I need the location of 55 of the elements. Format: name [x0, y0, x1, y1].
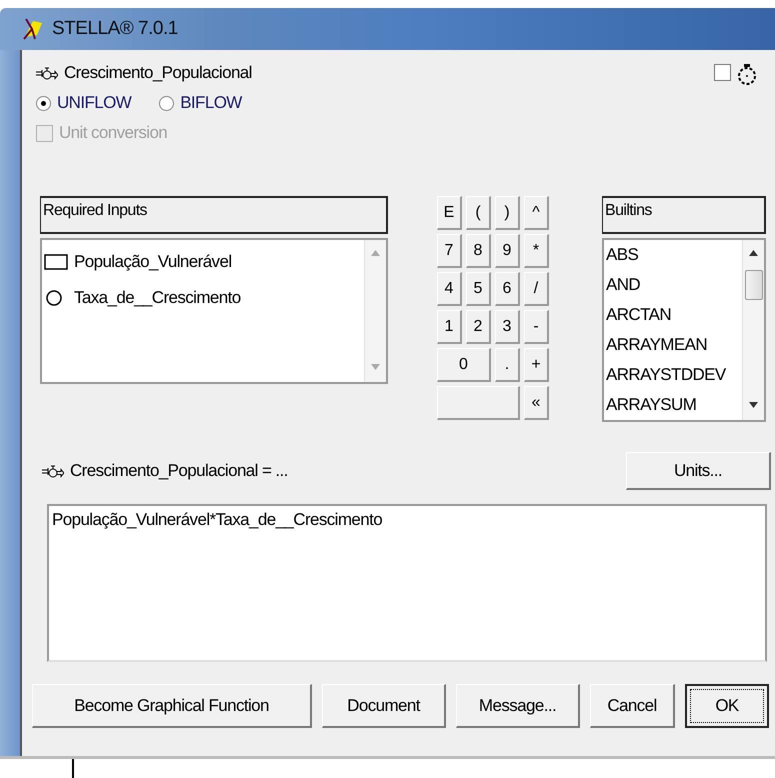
scroll-thumb[interactable]	[744, 270, 762, 300]
input-name[interactable]: População_Vulnerável	[74, 252, 232, 272]
flow-icon	[36, 66, 58, 80]
keypad-key[interactable]: 2	[466, 310, 491, 344]
input-name[interactable]: Taxa_de__Crescimento	[74, 288, 241, 308]
checkbox-label: Unit conversion	[59, 123, 168, 143]
equation-field[interactable]: População_Vulnerável*Taxa_de__Crescimento	[47, 504, 767, 662]
keypad-key[interactable]: «	[524, 386, 549, 420]
scroll-down-icon[interactable]	[749, 402, 758, 408]
dialog-button[interactable]: Become Graphical Function	[32, 684, 312, 728]
keypad-key[interactable]: 7	[437, 234, 462, 268]
flow-icon	[42, 464, 64, 478]
builtin-item[interactable]: ABS	[606, 240, 740, 270]
builtin-item[interactable]: AND	[606, 270, 740, 300]
dialog-button[interactable]: Message...	[456, 684, 580, 728]
keypad-key[interactable]: 1	[437, 310, 462, 344]
builtin-item[interactable]: ARCTAN	[606, 300, 740, 330]
keypad-key[interactable]: ^	[524, 196, 549, 230]
scroll-up-icon[interactable]	[749, 250, 758, 256]
radio-label: UNIFLOW	[57, 93, 132, 113]
list-header: Builtins	[602, 196, 766, 234]
list-header: Required Inputs	[40, 196, 388, 234]
radio-button[interactable]	[159, 96, 174, 110]
app-logo-icon	[22, 17, 44, 41]
builtin-item[interactable]: ARRAYSUM	[606, 390, 740, 420]
keypad-key[interactable]: E	[437, 196, 462, 230]
keypad-key[interactable]: (	[466, 196, 491, 230]
units-button[interactable]: Units...	[626, 452, 771, 490]
dialog-button[interactable]: Document	[322, 684, 446, 728]
keypad-key[interactable]: 8	[466, 234, 491, 268]
radio-label: BIFLOW	[180, 93, 242, 113]
keypad-key[interactable]: )	[495, 196, 520, 230]
keypad-key[interactable]: 4	[437, 272, 462, 306]
keypad-key[interactable]	[437, 386, 520, 420]
keypad-key[interactable]: +	[524, 348, 549, 382]
keypad-key[interactable]: /	[524, 272, 549, 306]
keypad-key[interactable]: 6	[495, 272, 520, 306]
builtin-item[interactable]: ARRAYMEAN	[606, 330, 740, 360]
keypad-key[interactable]: .	[495, 348, 520, 382]
keypad-key[interactable]: 0	[437, 348, 491, 382]
keypad-key[interactable]: -	[524, 310, 549, 344]
equation-label: Crescimento_Populacional = ...	[70, 461, 288, 481]
radio-button[interactable]	[36, 96, 51, 110]
stock-icon	[44, 254, 68, 270]
stopwatch-icon	[737, 64, 757, 86]
builtin-item[interactable]: ARRAYSTDDEV	[606, 360, 740, 390]
keypad-key[interactable]: 5	[466, 272, 491, 306]
keypad-key[interactable]: 3	[495, 310, 520, 344]
dialog-button[interactable]: Cancel	[590, 684, 675, 728]
keypad-key[interactable]: *	[524, 234, 549, 268]
flow-name: Crescimento_Populacional	[64, 63, 252, 83]
dialog-button[interactable]: OK	[685, 684, 769, 728]
checkbox[interactable]	[714, 64, 731, 81]
keypad-key[interactable]: 9	[495, 234, 520, 268]
window-title: STELLA® 7.0.1	[52, 18, 178, 40]
